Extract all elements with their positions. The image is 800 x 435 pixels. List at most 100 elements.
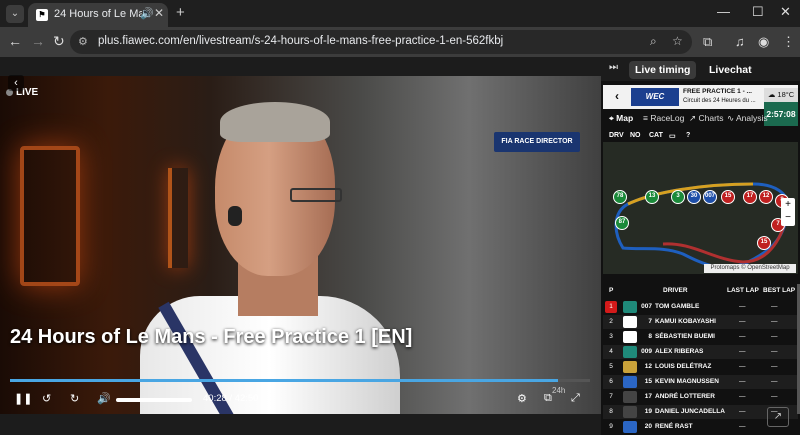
best-lap-cell: — xyxy=(771,363,778,370)
fullscreen-icon[interactable]: ⤢ xyxy=(571,392,580,405)
position-cell: 9 xyxy=(609,423,613,430)
position-cell: 5 xyxy=(609,363,613,370)
audio-icon[interactable]: 🔊 xyxy=(140,7,154,20)
video-back-icon[interactable]: ‹ xyxy=(8,75,24,91)
car-marker[interactable]: 007 xyxy=(703,190,717,204)
rewind-10-icon[interactable]: ↺ xyxy=(42,392,51,405)
extensions-icon[interactable]: ⧉ xyxy=(703,34,712,50)
volume-slider[interactable] xyxy=(116,398,192,402)
best-lap-cell: — xyxy=(771,378,778,385)
session-clock: 2:57:08 xyxy=(764,102,798,126)
site-info-icon[interactable]: ⚙ xyxy=(78,35,88,48)
car-marker[interactable]: 12 xyxy=(759,190,773,204)
progress-bar[interactable] xyxy=(10,379,590,382)
menu-icon[interactable]: ⋮ xyxy=(782,34,795,50)
maximize-icon[interactable]: ☐ xyxy=(752,4,764,20)
car-marker[interactable]: 87 xyxy=(615,216,629,230)
best-lap-cell: — xyxy=(771,348,778,355)
zoom-in-button[interactable]: + xyxy=(781,198,795,211)
browser-tab-bar: ⌄ ⚑ 24 Hours of Le Mans - Free 🔊 ✕ + — ☐… xyxy=(0,0,800,27)
car-marker[interactable]: 30 xyxy=(687,190,701,204)
table-row[interactable]: 6 15 KEVIN MAGNUSSEN — — xyxy=(603,375,798,389)
last-lap-cell: — xyxy=(739,408,746,415)
best-lap-cell: — xyxy=(771,318,778,325)
fia-race-director-badge: FIA RACE DIRECTOR xyxy=(494,132,580,152)
forward-icon[interactable]: → xyxy=(31,33,45,49)
driver-name-cell: RENÉ RAST xyxy=(655,423,693,430)
table-row[interactable]: 5 12 LOUIS DELÉTRAZ — — xyxy=(603,360,798,374)
table-row[interactable]: 2 7 KAMUI KOBAYASHI — — xyxy=(603,315,798,329)
last-lap-cell: — xyxy=(739,423,746,430)
table-row[interactable]: 3 8 SÉBASTIEN BUEMI — — xyxy=(603,330,798,344)
table-row[interactable]: 4 009 ALEX RIBERAS — — xyxy=(603,345,798,359)
table-row[interactable]: 7 17 ANDRÉ LOTTERER — — xyxy=(603,390,798,404)
car-marker[interactable]: 17 xyxy=(743,190,757,204)
reload-icon[interactable]: ↻ xyxy=(53,33,65,50)
driver-name-cell: TOM GAMBLE xyxy=(655,303,700,310)
media-icon[interactable]: ♫ xyxy=(735,34,745,49)
best-lap-cell: — xyxy=(771,333,778,340)
background-light xyxy=(20,146,80,286)
window-close-icon[interactable]: ✕ xyxy=(780,4,791,20)
minimize-icon[interactable]: — xyxy=(717,4,730,19)
team-logo xyxy=(623,316,637,328)
driver-name-cell: LOUIS DELÉTRAZ xyxy=(655,363,712,370)
filter-no[interactable]: NO xyxy=(630,132,641,139)
team-logo xyxy=(623,376,637,388)
collapse-panel-icon[interactable]: ⏭ xyxy=(609,62,618,73)
session-back-icon[interactable]: ‹ xyxy=(615,89,619,103)
zoom-icon[interactable]: ⌕ xyxy=(650,34,657,49)
car-number-cell: 007 xyxy=(641,303,652,310)
best-lap-cell: — xyxy=(771,393,778,400)
omnibox[interactable]: ⚙ plus.fiawec.com/en/livestream/s-24-hou… xyxy=(70,30,692,54)
car-marker[interactable]: 3 xyxy=(671,190,685,204)
track-map[interactable]: 7887133300071517128715 xyxy=(603,142,798,274)
last-lap-cell: — xyxy=(739,378,746,385)
table-row[interactable]: 1 007 TOM GAMBLE — — xyxy=(603,300,798,314)
profile-icon[interactable]: ◉ xyxy=(758,34,769,50)
subtab-racelog[interactable]: ≡ RaceLog xyxy=(643,113,684,123)
filter-drv[interactable]: DRV xyxy=(609,132,624,139)
subtab-map[interactable]: ⌖ Map xyxy=(609,113,633,124)
popout-icon[interactable]: ↗ xyxy=(767,407,789,427)
browser-tab[interactable]: ⚑ 24 Hours of Le Mans - Free 🔊 ✕ xyxy=(28,3,168,27)
address-bar: ← → ↻ ⚙ plus.fiawec.com/en/livestream/s-… xyxy=(0,27,800,57)
car-number-cell: 009 xyxy=(641,348,652,355)
filter-help[interactable]: ? xyxy=(686,132,690,139)
track-svg xyxy=(614,182,790,269)
pause-icon[interactable]: ❚❚ xyxy=(14,392,32,405)
car-marker[interactable]: 78 xyxy=(613,190,627,204)
zoom-out-button[interactable]: − xyxy=(781,211,795,224)
filter-cat[interactable]: CAT xyxy=(649,132,663,139)
car-number-cell: 8 xyxy=(648,333,652,340)
car-marker[interactable]: 15 xyxy=(757,236,771,250)
tab-title: 24 Hours of Le Mans - Free xyxy=(54,8,142,20)
car-marker[interactable]: 15 xyxy=(721,190,735,204)
car-marker[interactable]: 13 xyxy=(645,190,659,204)
session-title: FREE PRACTICE 1 - ... xyxy=(683,88,752,95)
driver-name-cell: SÉBASTIEN BUEMI xyxy=(655,333,715,340)
position-cell: 8 xyxy=(609,408,613,415)
position-cell: 4 xyxy=(609,348,613,355)
tab-livechat[interactable]: Livechat xyxy=(703,61,758,79)
back-icon[interactable]: ← xyxy=(8,33,22,49)
last-lap-cell: — xyxy=(739,363,746,370)
settings-icon[interactable]: ⚙ xyxy=(517,392,527,405)
video-player[interactable]: LIVE FIA RACE DIRECTOR 24 Hours of Le Ma… xyxy=(0,76,601,414)
bookmark-icon[interactable]: ☆ xyxy=(672,34,683,48)
pip-icon[interactable]: ⧉ xyxy=(544,392,552,405)
tab-live-timing[interactable]: Live timing xyxy=(629,61,697,79)
forward-10-icon[interactable]: ↻ xyxy=(70,392,79,405)
team-logo xyxy=(623,406,637,418)
subtab-charts[interactable]: ↗ Charts xyxy=(689,113,724,124)
map-zoom-controls[interactable]: + − xyxy=(781,198,795,226)
volume-icon[interactable]: 🔊 xyxy=(97,392,111,405)
new-tab-icon[interactable]: + xyxy=(176,4,185,21)
team-logo xyxy=(623,361,637,373)
filter-tag-icon[interactable]: ▭ xyxy=(669,132,676,140)
tab-search-icon[interactable]: ⌄ xyxy=(6,5,24,23)
url-text[interactable]: plus.fiawec.com/en/livestream/s-24-hours… xyxy=(98,35,503,47)
subtab-analysis[interactable]: ∿ Analysis xyxy=(727,113,768,124)
team-logo xyxy=(623,331,637,343)
tab-close-icon[interactable]: ✕ xyxy=(154,6,164,20)
